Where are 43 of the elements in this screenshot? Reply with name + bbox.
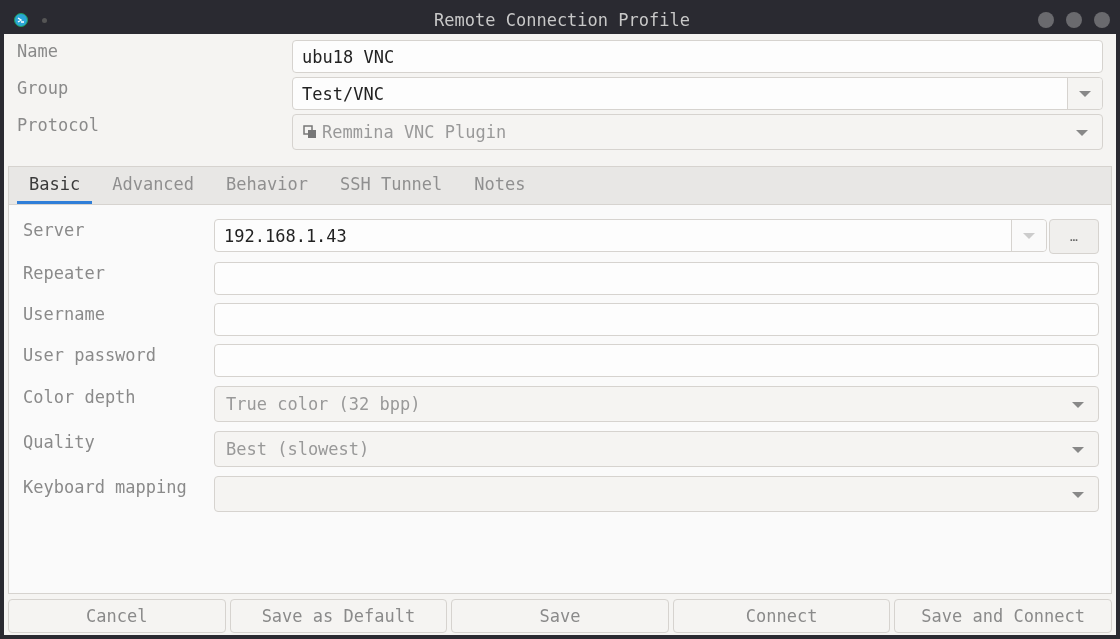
combo-field[interactable]: 192.168.1.43 — [214, 219, 1047, 252]
tab[interactable]: Advanced — [100, 167, 207, 204]
maximize-button[interactable] — [1066, 12, 1082, 28]
field-label: Protocol — [17, 114, 100, 135]
dialog-button[interactable]: Save — [451, 599, 669, 633]
dropdown[interactable]: Remmina VNC Plugin — [292, 114, 1103, 150]
close-button[interactable] — [1094, 12, 1110, 28]
field-label: Color depth — [23, 386, 137, 407]
window-title: Remote Connection Profile — [434, 10, 690, 30]
field-label: Quality — [23, 431, 96, 452]
pin-icon[interactable] — [42, 17, 47, 23]
dropdown[interactable] — [214, 476, 1099, 512]
field-label: Server — [23, 219, 86, 240]
field-label: Name — [17, 40, 59, 61]
tab[interactable]: Behavior — [214, 167, 320, 204]
text-field[interactable]: ubu18 VNC — [292, 40, 1103, 73]
dialog-button[interactable]: Connect — [672, 599, 891, 633]
tab[interactable]: Notes — [462, 167, 538, 204]
field-label: Repeater — [23, 262, 106, 283]
dialog-button[interactable]: Save as Default — [229, 599, 448, 633]
caret-icon — [1072, 492, 1084, 498]
caret-icon — [1072, 402, 1084, 408]
text-field[interactable] — [214, 303, 1099, 336]
tab[interactable]: SSH Tunnel — [327, 167, 455, 204]
caret-icon — [1072, 447, 1084, 453]
dropdown[interactable]: Best (slowest) — [214, 431, 1099, 467]
app-icon — [14, 13, 28, 27]
caret-icon — [1079, 90, 1091, 97]
dialog-button[interactable]: Save and Connect — [894, 599, 1112, 633]
field-label: Username — [23, 303, 106, 324]
text-field[interactable] — [214, 344, 1099, 377]
caret-icon — [1076, 130, 1088, 136]
dialog-button[interactable]: Cancel — [8, 599, 226, 633]
field-label: Group — [17, 77, 70, 98]
caret-icon — [1023, 232, 1035, 239]
combo-field[interactable]: Test/VNC — [292, 77, 1103, 110]
browse-button[interactable]: … — [1049, 219, 1099, 254]
tab[interactable]: Basic — [17, 167, 93, 204]
field-label: Keyboard mapping — [23, 476, 188, 497]
text-field[interactable] — [214, 262, 1099, 295]
field-label: User password — [23, 344, 158, 365]
dropdown[interactable]: True color (32 bpp) — [214, 386, 1099, 422]
minimize-button[interactable] — [1038, 12, 1054, 28]
